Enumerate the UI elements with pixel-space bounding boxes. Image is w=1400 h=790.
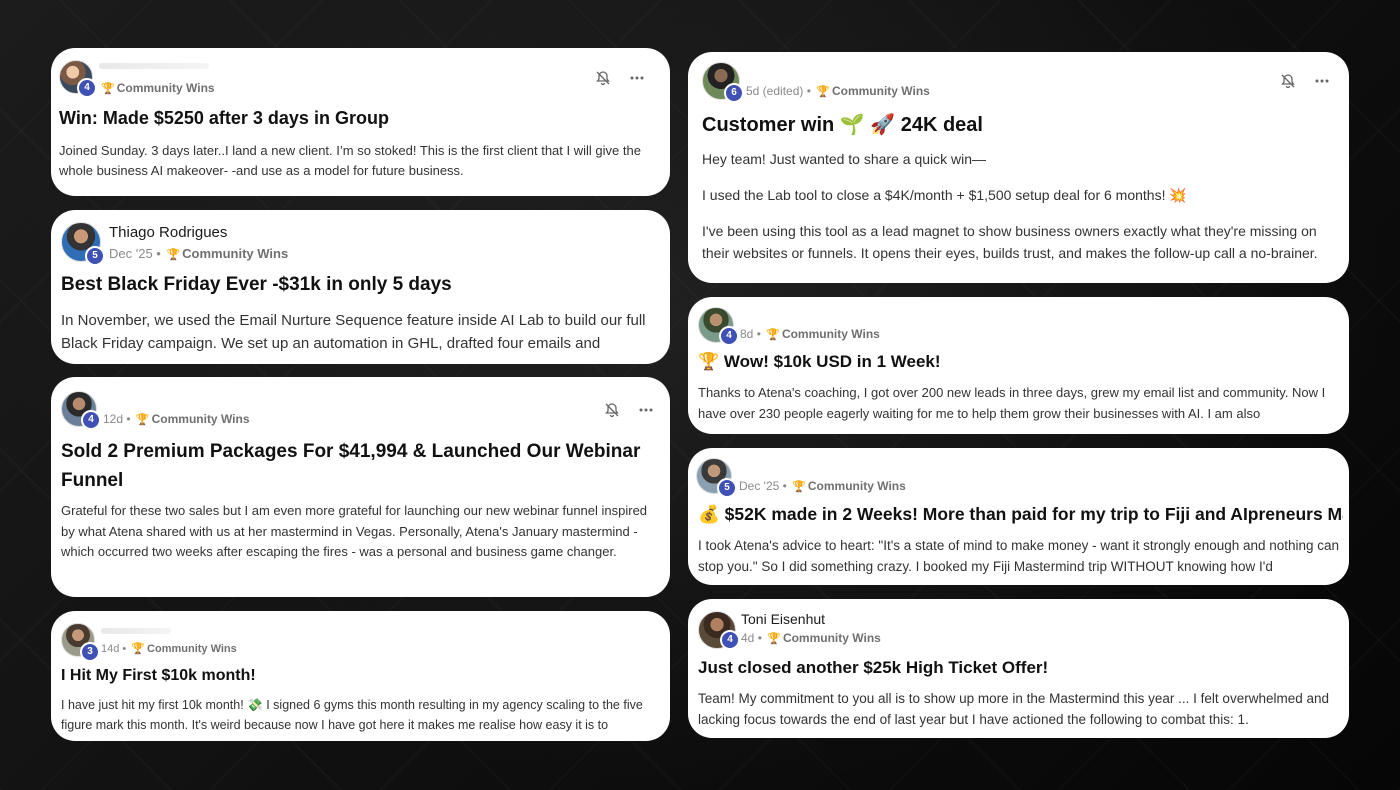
post-title[interactable]: Best Black Friday Ever -$31k in only 5 d… bbox=[61, 274, 452, 296]
more-horizontal-icon[interactable] bbox=[638, 402, 654, 418]
post-time: Dec '25 bbox=[109, 246, 153, 261]
level-badge: 6 bbox=[724, 83, 744, 103]
trophy-icon: 🏆 bbox=[766, 329, 780, 341]
post-body: I have just hit my first 10k month! 💸 I … bbox=[61, 695, 661, 735]
post-meta: Dec '25 • 🏆 Community Wins bbox=[109, 246, 289, 261]
post-card[interactable]: 5 Dec '25 • 🏆 Community Wins 💰 $52K made … bbox=[688, 448, 1349, 585]
level-badge: 4 bbox=[720, 630, 740, 650]
bell-off-icon[interactable] bbox=[1280, 73, 1296, 89]
post-time: Dec '25 bbox=[739, 479, 780, 493]
post-title[interactable]: 💰 $52K made in 2 Weeks! More than paid f… bbox=[698, 504, 1343, 525]
trophy-icon: 🏆 bbox=[166, 249, 181, 261]
level-badge: 5 bbox=[717, 478, 737, 498]
post-paragraph: Hey team! Just wanted to share a quick w… bbox=[702, 151, 987, 167]
level-badge: 3 bbox=[80, 642, 100, 662]
post-paragraph: I have just hit my first 10k month! 💸 I … bbox=[61, 698, 643, 732]
post-meta: 5d (edited) • 🏆 Community Wins bbox=[746, 84, 930, 98]
level-badge: 4 bbox=[81, 410, 101, 430]
trophy-icon: 🏆 bbox=[101, 83, 115, 95]
post-title[interactable]: 🏆 Wow! $10k USD in 1 Week! bbox=[698, 352, 941, 372]
post-paragraph: Thanks to Atena's coaching, I got over 2… bbox=[698, 385, 1326, 421]
post-body: Hey team! Just wanted to share a quick w… bbox=[702, 148, 1342, 274]
post-paragraph: I took Atena's advice to heart: "It's a … bbox=[698, 538, 1340, 574]
post-card[interactable]: 4 12d • 🏆 Community Wins Sold 2 Premium P… bbox=[51, 377, 670, 597]
trophy-icon: 🏆 bbox=[792, 481, 806, 493]
post-time: 5d (edited) bbox=[746, 84, 804, 98]
post-meta: 4d • 🏆 Community Wins bbox=[741, 631, 881, 645]
post-card[interactable]: 3 14d • 🏆 Community Wins I Hit My First $… bbox=[51, 611, 670, 741]
post-body: Joined Sunday. 3 days later..I land a ne… bbox=[59, 141, 659, 185]
post-title[interactable]: I Hit My First $10k month! bbox=[61, 667, 256, 685]
author-name-redacted bbox=[99, 63, 209, 69]
post-time: 14d bbox=[101, 643, 120, 655]
post-card[interactable]: 4 🏆 Community Wins Win: Made $5250 after … bbox=[51, 48, 670, 196]
post-paragraph: I've been using this tool as a lead magn… bbox=[702, 223, 1318, 261]
post-card[interactable]: 6 5d (edited) • 🏆 Community Wins Customer… bbox=[688, 52, 1349, 283]
post-actions bbox=[604, 402, 654, 418]
post-body: Grateful for these two sales but I am ev… bbox=[61, 501, 661, 587]
more-horizontal-icon[interactable] bbox=[1314, 73, 1330, 89]
post-body: Thanks to Atena's coaching, I got over 2… bbox=[698, 382, 1343, 426]
post-meta: 8d • 🏆 Community Wins bbox=[740, 327, 880, 341]
post-body: Team! My commitment to you all is to sho… bbox=[698, 688, 1343, 732]
post-card[interactable]: 5 Thiago Rodrigues Dec '25 • 🏆 Community … bbox=[51, 210, 670, 364]
post-meta: 14d • 🏆 Community Wins bbox=[101, 643, 237, 655]
post-actions bbox=[595, 70, 645, 86]
author-name-redacted bbox=[101, 628, 171, 634]
level-badge: 4 bbox=[719, 326, 739, 346]
post-meta: 🏆 Community Wins bbox=[101, 81, 215, 95]
post-card[interactable]: 4 Toni Eisenhut 4d • 🏆 Community Wins Jus… bbox=[688, 599, 1349, 738]
post-time: 8d bbox=[740, 327, 754, 341]
more-horizontal-icon[interactable] bbox=[629, 70, 645, 86]
post-body: In November, we used the Email Nurture S… bbox=[61, 309, 661, 357]
post-meta: Dec '25 • 🏆 Community Wins bbox=[739, 479, 906, 493]
trophy-icon: 🏆 bbox=[135, 414, 150, 426]
author-name[interactable]: Toni Eisenhut bbox=[741, 611, 825, 627]
post-body: I took Atena's advice to heart: "It's a … bbox=[698, 535, 1343, 579]
author-name[interactable]: Thiago Rodrigues bbox=[109, 224, 227, 241]
post-paragraph: Team! My commitment to you all is to sho… bbox=[698, 691, 1329, 727]
post-meta: 12d • 🏆 Community Wins bbox=[103, 412, 250, 426]
post-time: 12d bbox=[103, 412, 124, 426]
bell-off-icon[interactable] bbox=[604, 402, 620, 418]
post-actions bbox=[1280, 73, 1330, 89]
post-paragraph: I used the Lab tool to close a $4K/month… bbox=[702, 187, 1187, 203]
post-title[interactable]: Just closed another $25k High Ticket Off… bbox=[698, 658, 1048, 678]
trophy-icon: 🏆 bbox=[767, 633, 781, 645]
post-title[interactable]: Sold 2 Premium Packages For $41,994 & La… bbox=[61, 437, 651, 495]
trophy-icon: 🏆 bbox=[816, 86, 830, 98]
trophy-icon: 🏆 bbox=[131, 643, 146, 655]
post-paragraph: In November, we used the Email Nurture S… bbox=[61, 312, 646, 352]
post-title[interactable]: Win: Made $5250 after 3 days in Group bbox=[59, 108, 389, 129]
post-time: 4d bbox=[741, 631, 755, 645]
post-card[interactable]: 4 8d • 🏆 Community Wins 🏆 Wow! $10k USD i… bbox=[688, 297, 1349, 434]
post-title[interactable]: Customer win 🌱 🚀 24K deal bbox=[702, 112, 983, 137]
level-badge: 5 bbox=[85, 246, 105, 266]
level-badge: 4 bbox=[77, 78, 97, 98]
bell-off-icon[interactable] bbox=[595, 70, 611, 86]
post-paragraph: Grateful for these two sales but I am ev… bbox=[61, 503, 648, 559]
post-paragraph: Joined Sunday. 3 days later..I land a ne… bbox=[59, 143, 641, 178]
